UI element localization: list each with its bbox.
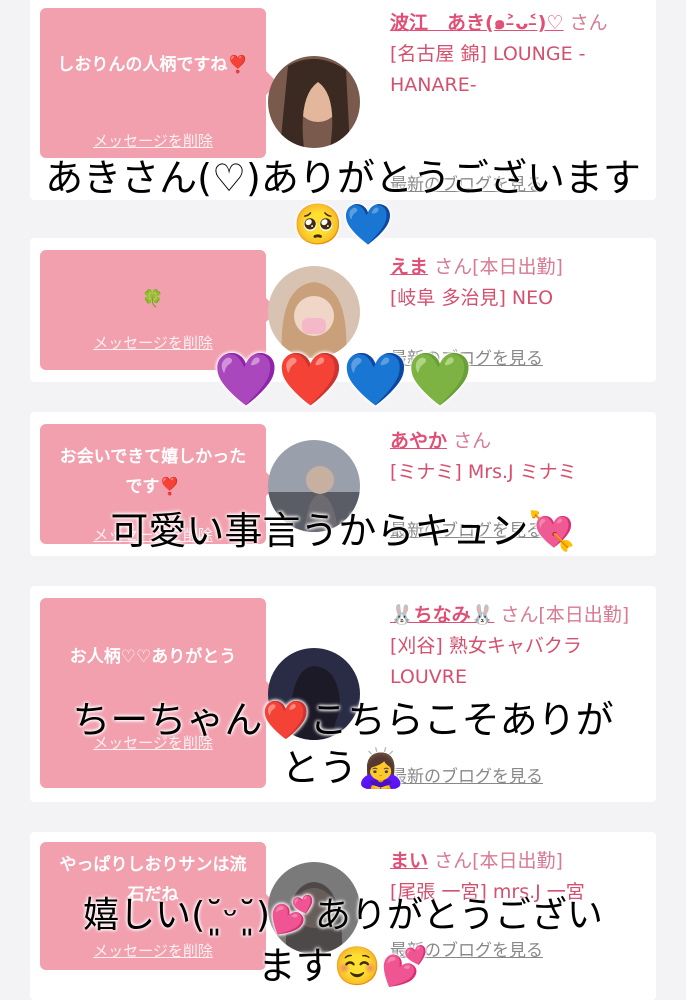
overlay-caption: 可愛い事言うからキュン💘 bbox=[110, 509, 576, 553]
shop-name: [名古屋 錦] LOUNGE -HANARE- bbox=[390, 43, 586, 96]
message-text: お人柄♡♡ありがとう bbox=[69, 647, 237, 667]
overlay-caption: とう🙇‍♀️ bbox=[281, 746, 405, 790]
shop-name: [ミナミ] Mrs.J ミナミ bbox=[390, 461, 577, 483]
cast-honorific: さん[本日出勤] bbox=[500, 604, 630, 626]
cast-name-link[interactable]: まい bbox=[390, 850, 428, 872]
overlay-emoji: 💜❤️💙💚 bbox=[213, 350, 473, 410]
cast-honorific: さん[本日出勤] bbox=[434, 850, 563, 872]
cast-honorific: さん bbox=[569, 12, 608, 34]
shop-name: [刈谷] 熟女キャバクラ LOUVRE bbox=[390, 635, 582, 688]
message-text: 🍀 bbox=[142, 289, 164, 309]
cast-info: あやか さん [ミナミ] Mrs.J ミナミ bbox=[390, 426, 650, 488]
cast-info: えま さん[本日出勤] [岐阜 多治見] NEO bbox=[390, 252, 650, 314]
cast-name-link[interactable]: えま bbox=[390, 256, 428, 278]
overlay-caption: ちーちゃん❤️こちらこそありが bbox=[72, 698, 614, 742]
cast-name-link[interactable]: 🐰ちなみ🐰 bbox=[390, 604, 494, 626]
cast-name-link[interactable]: 波江 あき(๑˃̵ᴗ˂̵)♡ bbox=[390, 12, 564, 34]
overlay-caption: あきさん(♡)ありがとうございます bbox=[45, 156, 641, 200]
cast-honorific: さん[本日出勤] bbox=[434, 256, 563, 278]
message-text: しおりんの人柄ですね❣️ bbox=[57, 55, 249, 75]
cast-honorific: さん bbox=[453, 430, 492, 452]
delete-message-link[interactable]: メッセージを削除 bbox=[40, 130, 266, 151]
shop-name: [岐阜 多治見] NEO bbox=[390, 287, 554, 309]
avatar[interactable] bbox=[268, 266, 360, 358]
avatar[interactable] bbox=[268, 56, 360, 148]
overlay-emoji: 🥺💙 bbox=[293, 202, 393, 248]
cast-info: 🐰ちなみ🐰 さん[本日出勤] [刈谷] 熟女キャバクラ LOUVRE bbox=[390, 600, 650, 693]
overlay-caption: ます☺️💕 bbox=[257, 944, 429, 988]
cast-name-link[interactable]: あやか bbox=[390, 430, 447, 452]
message-text: お会いできて嬉しかったです❣️ bbox=[59, 447, 247, 497]
overlay-caption: 嬉しい(˘͈ᵕ˘͈)💕ありがとうござい bbox=[83, 895, 603, 936]
message-bubble: しおりんの人柄ですね❣️ メッセージを削除 bbox=[40, 8, 278, 158]
cast-info: 波江 あき(๑˃̵ᴗ˂̵)♡ さん [名古屋 錦] LOUNGE -HANARE… bbox=[390, 8, 650, 101]
